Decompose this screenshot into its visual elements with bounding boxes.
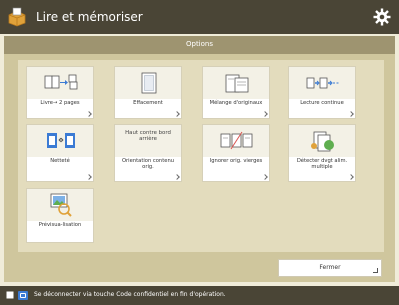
option-label: Détecter dvgt alim. multiple (296, 158, 348, 171)
status-square-icon (6, 291, 14, 299)
option-label: Orientation contenu orig. (121, 158, 175, 171)
app-window: Lire et mémoriser Options Livre→ 2 pages… (0, 0, 399, 305)
job-build-icon (306, 77, 339, 89)
sharpness-icon (47, 133, 75, 148)
option-detect-multi-feed[interactable]: Détecter dvgt alim. multiple (288, 124, 356, 182)
options-panel: Options Livre→ 2 pages Effacement Mélang… (4, 36, 395, 282)
gear-icon[interactable] (373, 8, 391, 26)
page-title: Lire et mémoriser (36, 10, 143, 24)
chevron-right-icon (86, 111, 92, 117)
chevron-right-icon (348, 111, 354, 117)
chevron-right-icon (86, 174, 92, 180)
option-label: Livre→ 2 pages (40, 100, 80, 106)
section-header: Options (4, 36, 395, 54)
option-label: Mélange d'originaux (209, 100, 263, 106)
option-book-two-pages[interactable]: Livre→ 2 pages (26, 66, 94, 119)
option-label: Effacement (133, 100, 163, 106)
option-skip-blank[interactable]: Ignorer orig. vierges (202, 124, 270, 182)
skip-blank-originals-icon (220, 131, 253, 150)
option-sharpness[interactable]: Netteté (26, 124, 94, 182)
chevron-right-icon (262, 111, 268, 117)
option-label: Ignorer orig. vierges (209, 158, 263, 164)
option-mixed-originals[interactable]: Mélange d'originaux (202, 66, 270, 119)
erase-frame-icon (141, 72, 157, 94)
corner-mark-icon (373, 268, 378, 273)
option-label: Lecture continue (300, 100, 344, 106)
option-original-orientation[interactable]: Haut contre bord arrière Orientation con… (114, 124, 182, 182)
book-to-two-pages-icon (44, 74, 78, 90)
detect-multi-feed-icon (311, 131, 334, 152)
orientation-setting-text: Haut contre bord arrière (125, 130, 171, 143)
status-message: Se déconnecter via touche Code confident… (34, 291, 226, 298)
chevron-right-icon (262, 174, 268, 180)
options-grid: Livre→ 2 pages Effacement Mélange d'orig… (18, 60, 384, 252)
close-button-label: Fermer (319, 264, 341, 271)
section-title: Options (185, 40, 213, 48)
option-preview[interactable]: Prévisua-lisation (26, 188, 94, 243)
option-label: Prévisua-lisation (38, 222, 82, 228)
chevron-right-icon (174, 111, 180, 117)
option-label: Netteté (50, 158, 70, 164)
close-button[interactable]: Fermer (278, 259, 382, 277)
read-and-store-icon (8, 7, 26, 27)
option-erase-frame[interactable]: Effacement (114, 66, 182, 119)
option-job-build[interactable]: Lecture continue (288, 66, 356, 119)
mixed-originals-icon (225, 74, 249, 93)
title-bar: Lire et mémoriser (0, 0, 399, 34)
chevron-right-icon (348, 174, 354, 180)
preview-icon (50, 193, 72, 217)
logout-key-icon (18, 291, 28, 300)
status-bar: Se déconnecter via touche Code confident… (0, 286, 399, 305)
chevron-right-icon (174, 174, 180, 180)
